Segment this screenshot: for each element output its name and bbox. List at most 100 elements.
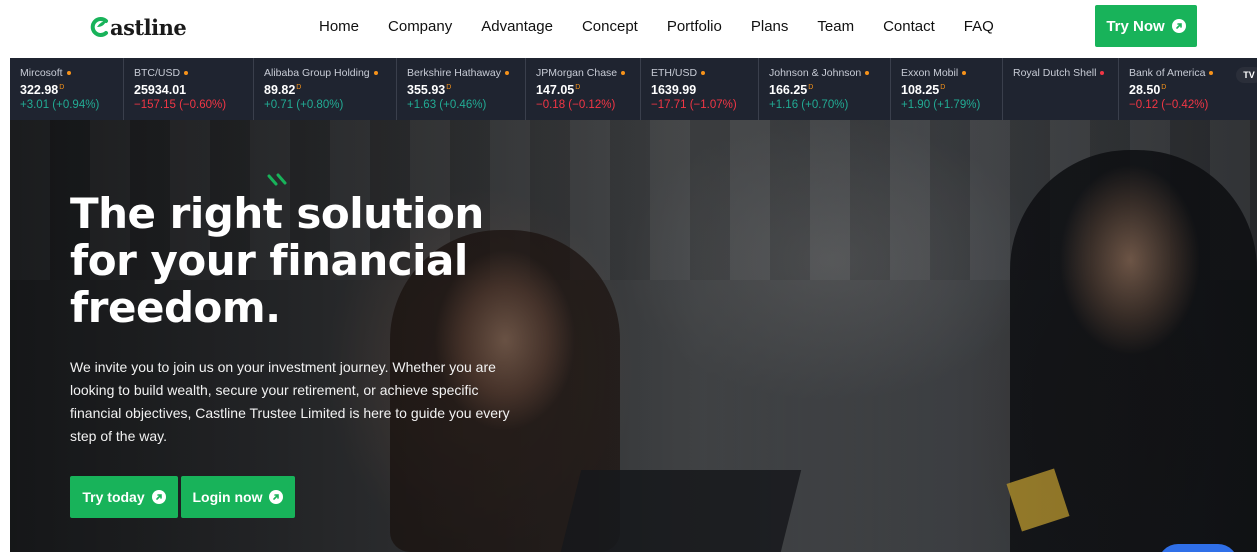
ticker-price-value: 25934.01: [134, 83, 187, 98]
market-status-dot-icon: [621, 71, 626, 76]
market-status-dot-icon: [1100, 71, 1105, 76]
ticker-symbol-name: Bank of America: [1129, 67, 1226, 80]
ticker-price: 89.82D: [264, 80, 396, 98]
ticker-change: +0.71 (+0.80%): [264, 99, 344, 112]
hero-section: The right solution for your financial fr…: [10, 120, 1257, 552]
ticker-price: 25934.01: [134, 80, 253, 98]
hero-intro-text: We invite you to join us on your investm…: [70, 359, 510, 444]
ticker-change: +3.01 (+0.94%): [20, 99, 100, 112]
login-now-button[interactable]: Login now: [181, 476, 295, 518]
market-status-dot-icon: [504, 71, 509, 76]
ticker-price-value: 89.82: [264, 83, 296, 98]
ticker-change: −0.18 (−0.12%): [536, 99, 616, 112]
nav-company[interactable]: Company: [388, 17, 452, 37]
ticker-price-value: 108.25: [901, 83, 940, 98]
ticker-change: −17.71 (−1.07%): [651, 99, 737, 112]
ticker-symbol-name: Johnson & Johnson: [769, 67, 890, 80]
ticker-item[interactable]: ETH/USD 1639.99 −17.71 (−1.07%): [640, 58, 758, 120]
nav-plans[interactable]: Plans: [751, 17, 789, 37]
top-navbar: astline Home Company Advantage Concept P…: [0, 0, 1257, 56]
arrow-up-right-circle-icon: [151, 490, 166, 504]
nav-concept[interactable]: Concept: [582, 17, 638, 37]
arrow-up-right-circle-icon: [269, 490, 284, 504]
ticker-symbol-name: Mircosoft: [20, 67, 123, 80]
ticker-delay-flag: D: [1161, 84, 1167, 91]
ticker-item[interactable]: Alibaba Group Holding 89.82D +0.71 (+0.80%…: [253, 58, 396, 120]
nav-contact[interactable]: Contact: [883, 17, 935, 37]
ticker-delay-flag: D: [59, 84, 65, 91]
ticker-price: 28.50D: [1129, 80, 1226, 98]
market-status-dot-icon: [184, 71, 189, 76]
ticker-symbol-name: Alibaba Group Holding: [264, 67, 396, 80]
ticker-item[interactable]: JPMorgan Chase 147.05D −0.18 (−0.12%): [525, 58, 640, 120]
nav-team[interactable]: Team: [817, 17, 854, 37]
ticker-price-value: 28.50: [1129, 83, 1161, 98]
ticker-price: 147.05D: [536, 80, 640, 98]
ticker-price-value: 322.98: [20, 83, 59, 98]
ticker-symbol-label: JPMorgan Chase: [536, 67, 618, 79]
nav-advantage[interactable]: Advantage: [481, 17, 553, 37]
ticker-item[interactable]: Johnson & Johnson 166.25D +1.16 (+0.70%): [758, 58, 890, 120]
ticker-delay-flag: D: [940, 84, 946, 91]
ticker-delay-flag: D: [808, 84, 814, 91]
ticker-item[interactable]: Bank of America 28.50D −0.12 (−0.42%): [1118, 58, 1226, 120]
ticker-symbol-name: Royal Dutch Shell: [1013, 67, 1118, 80]
ticker-symbol-label: ETH/USD: [651, 67, 698, 79]
market-status-dot-icon: [962, 71, 967, 76]
market-status-dot-icon: [701, 71, 706, 76]
market-status-dot-icon: [865, 71, 870, 76]
try-today-label: Try today: [82, 489, 145, 505]
ticker-item[interactable]: Royal Dutch Shell: [1002, 58, 1118, 120]
ticker-change: −157.15 (−0.60%): [134, 99, 227, 112]
brand-name: astline: [110, 14, 187, 40]
ticker-symbol-name: ETH/USD: [651, 67, 758, 80]
ticker-item[interactable]: Mircosoft 322.98D +3.01 (+0.94%): [10, 58, 123, 120]
ticker-delay-flag: D: [446, 84, 452, 91]
ticker-symbol-label: Mircosoft: [20, 67, 63, 79]
ticker-symbol-label: Bank of America: [1129, 67, 1206, 79]
ticker-change: +1.90 (+1.79%): [901, 99, 981, 112]
stock-ticker-tape[interactable]: Mircosoft 322.98D +3.01 (+0.94%) BTC/USD 259…: [10, 58, 1257, 120]
ticker-symbol-label: Royal Dutch Shell: [1013, 67, 1097, 79]
ticker-price: 166.25D: [769, 80, 890, 98]
ticker-price: 1639.99: [651, 80, 758, 98]
tradingview-logo-icon[interactable]: TV: [1236, 67, 1257, 83]
ticker-symbol-name: Berkshire Hathaway: [407, 67, 525, 80]
ticker-item[interactable]: BTC/USD 25934.01 −157.15 (−0.60%): [123, 58, 253, 120]
ticker-price: [1013, 80, 1118, 98]
ticker-price: 322.98D: [20, 80, 123, 98]
c-leaf-logo-icon: [88, 16, 110, 38]
main-menu: Home Company Advantage Concept Portfolio…: [319, 17, 1023, 37]
ticker-symbol-label: Berkshire Hathaway: [407, 67, 501, 79]
ticker-change: +1.63 (+0.46%): [407, 99, 487, 112]
chat-widget-button[interactable]: [1158, 544, 1238, 552]
ticker-symbol-label: BTC/USD: [134, 67, 181, 79]
hero-headline: The right solution for your financial fr…: [70, 189, 484, 332]
nav-faq[interactable]: FAQ: [964, 17, 994, 37]
nav-portfolio[interactable]: Portfolio: [667, 17, 722, 37]
ticker-symbol-label: Alibaba Group Holding: [264, 67, 370, 79]
brand-logo[interactable]: astline: [88, 12, 187, 42]
ticker-price-value: 166.25: [769, 83, 808, 98]
nav-home[interactable]: Home: [319, 17, 359, 37]
login-now-label: Login now: [192, 489, 263, 505]
ticker-price-value: 1639.99: [651, 83, 697, 98]
ticker-item[interactable]: Exxon Mobil 108.25D +1.90 (+1.79%): [890, 58, 1002, 120]
ticker-item[interactable]: Berkshire Hathaway 355.93D +1.63 (+0.46%): [396, 58, 525, 120]
market-status-dot-icon: [1209, 71, 1214, 76]
try-today-button[interactable]: Try today: [70, 476, 178, 518]
try-now-button[interactable]: Try Now: [1095, 5, 1197, 47]
ticker-symbol-label: Exxon Mobil: [901, 67, 959, 79]
ticker-price: 108.25D: [901, 80, 1002, 98]
ticker-price-value: 147.05: [536, 83, 575, 98]
arrow-up-right-circle-icon: [1171, 19, 1186, 33]
ticker-delay-flag: D: [575, 84, 581, 91]
ticker-change: −0.12 (−0.42%): [1129, 99, 1209, 112]
ticker-delay-flag: D: [296, 84, 302, 91]
ticker-symbol-label: Johnson & Johnson: [769, 67, 862, 79]
ticker-symbol-name: JPMorgan Chase: [536, 67, 640, 80]
ticker-price: 355.93D: [407, 80, 525, 98]
ticker-change: +1.16 (+0.70%): [769, 99, 849, 112]
market-status-dot-icon: [373, 71, 378, 76]
ticker-symbol-name: BTC/USD: [134, 67, 253, 80]
